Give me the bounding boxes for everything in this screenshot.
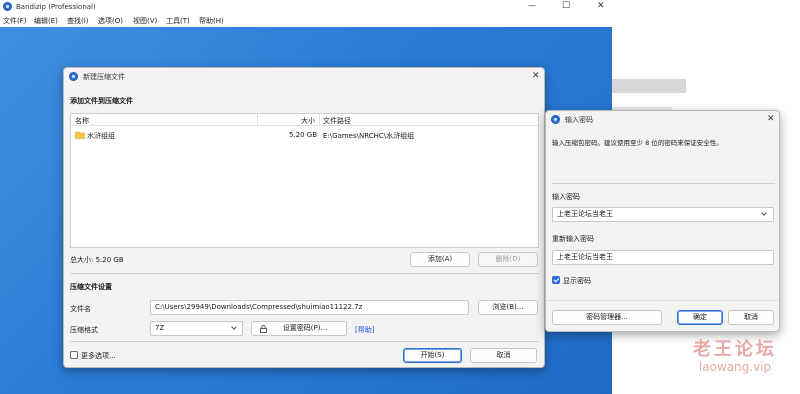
dialog-title: 输入密码 [565, 116, 593, 124]
add-files-heading: 添加文件到压缩文件 [70, 97, 133, 105]
dialog-title: 新建压缩文件 [83, 73, 125, 81]
window-title: Bandizip (Professional) [16, 3, 96, 11]
password-input[interactable]: 上老王论坛当老王 [552, 207, 774, 222]
folder-icon [74, 131, 86, 140]
bandizip-app-icon [69, 72, 78, 81]
set-password-button[interactable]: 设置密码(P)... [251, 321, 347, 336]
column-header-size[interactable]: 大小 [301, 116, 315, 126]
help-link[interactable]: [帮助] [355, 325, 374, 335]
menu-view[interactable]: 视图(V) [133, 16, 157, 26]
set-password-label: 设置密码(P)... [282, 324, 328, 332]
password-label: 输入密码 [552, 193, 580, 201]
new-archive-dialog: 新建压缩文件 ✕ 添加文件到压缩文件 名称 大小 文件路径 水浒组组 5.20 … [63, 67, 545, 368]
format-value: 7Z [155, 324, 165, 332]
title-bar: Bandizip (Professional) — ☐ ✕ [0, 0, 612, 14]
add-button[interactable]: 添加(A) [410, 252, 470, 267]
menu-bar: 文件(F) 编辑(E) 查找(I) 选项(O) 视图(V) 工具(T) 帮助(H… [0, 14, 612, 27]
maximize-button[interactable]: ☐ [562, 1, 570, 11]
start-button[interactable]: 开始(S) [403, 348, 462, 363]
divider [70, 341, 539, 342]
reenter-password-label: 重新输入密码 [552, 235, 594, 243]
menu-options[interactable]: 选项(O) [98, 16, 123, 26]
minimize-button[interactable]: — [528, 1, 536, 11]
close-button[interactable]: ✕ [597, 1, 605, 11]
more-options-checkbox[interactable] [70, 351, 78, 359]
browse-button[interactable]: 浏览(B)... [478, 300, 538, 315]
divider [70, 273, 539, 274]
filename-label: 文件名 [70, 305, 91, 313]
menu-help[interactable]: 帮助(H) [199, 16, 224, 26]
divider [552, 183, 775, 184]
file-list-header: 名称 大小 文件路径 [71, 114, 538, 126]
bandizip-app-icon [3, 2, 12, 11]
column-divider[interactable] [257, 114, 258, 126]
bandizip-app-icon [551, 115, 560, 124]
table-row[interactable]: 水浒组组 5.20 GB E:\Games\NRCHC\水浒组组 [71, 129, 538, 141]
menu-file[interactable]: 文件(F) [3, 16, 27, 26]
cancel-button[interactable]: 取消 [728, 310, 774, 325]
placeholder-bar [612, 79, 686, 93]
file-list[interactable]: 名称 大小 文件路径 水浒组组 5.20 GB E:\Games\NRCHC\水… [70, 113, 539, 248]
show-password-checkbox[interactable] [552, 276, 560, 284]
more-options-label[interactable]: 更多选项... [81, 351, 116, 361]
file-size-cell: 5.20 GB [289, 131, 318, 139]
close-icon[interactable]: ✕ [767, 114, 775, 124]
ok-button[interactable]: 确定 [677, 310, 723, 325]
filename-input[interactable]: C:\Users\29949\Downloads\Compressed\shui… [150, 300, 469, 315]
column-header-name[interactable]: 名称 [75, 116, 89, 126]
column-divider[interactable] [319, 114, 320, 126]
menu-tools[interactable]: 工具(T) [166, 16, 190, 26]
column-header-path[interactable]: 文件路径 [323, 116, 351, 126]
archive-settings-heading: 压缩文件设置 [70, 283, 112, 291]
password-value: 上老王论坛当老王 [557, 210, 613, 218]
total-size-label: 总大小: 5.20 GB [70, 256, 124, 264]
menu-find[interactable]: 查找(I) [67, 16, 89, 26]
chevron-down-icon[interactable] [761, 210, 767, 216]
lock-icon [260, 325, 267, 333]
menu-edit[interactable]: 编辑(E) [34, 16, 58, 26]
format-select[interactable]: 7Z [150, 321, 243, 336]
watermark-title: 老王论坛 [693, 339, 777, 360]
watermark: 老王论坛 laowang.vip [680, 339, 790, 375]
password-hint: 输入压缩包密码。建议使用至少 8 位的密码来保证安全性。 [552, 139, 723, 147]
password-manager-button[interactable]: 密码管理器... [552, 310, 662, 325]
format-label: 压缩格式 [70, 326, 98, 334]
file-name-cell: 水浒组组 [87, 132, 115, 140]
reenter-password-input[interactable]: 上老王论坛当老王 [552, 250, 774, 265]
divider [546, 300, 779, 301]
cancel-button[interactable]: 取消 [470, 348, 537, 363]
close-icon[interactable]: ✕ [532, 71, 540, 81]
delete-button[interactable]: 删除(D) [478, 252, 538, 267]
chevron-down-icon [231, 324, 237, 330]
show-password-label[interactable]: 显示密码 [563, 276, 591, 286]
watermark-url: laowang.vip [698, 360, 772, 374]
file-path-cell: E:\Games\NRCHC\水浒组组 [323, 132, 415, 140]
password-dialog: 输入密码 ✕ 输入压缩包密码。建议使用至少 8 位的密码来保证安全性。 输入密码… [545, 110, 780, 332]
